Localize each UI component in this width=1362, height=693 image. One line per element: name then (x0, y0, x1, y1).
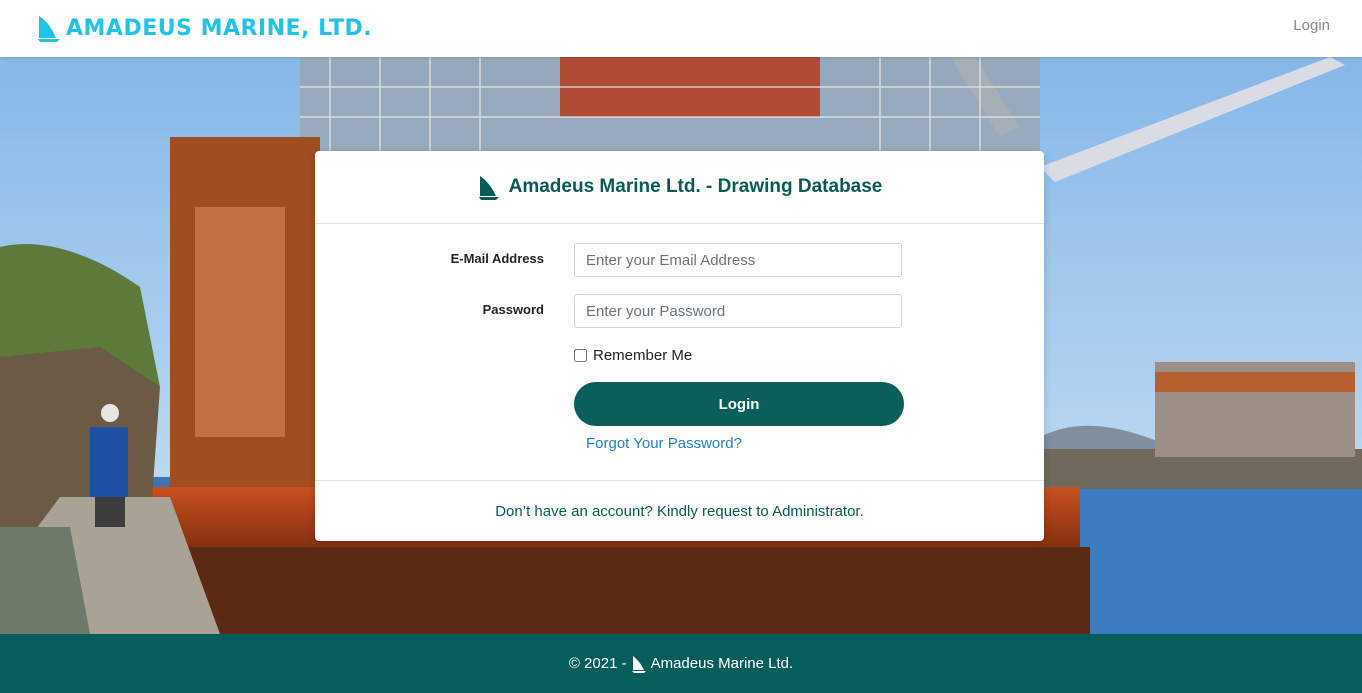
brand-name: AMADEUS MARINE, LTD. (66, 15, 373, 41)
card-title: Amadeus Marine Ltd. - Drawing Database (508, 176, 883, 197)
sail-fin-icon (631, 655, 646, 673)
email-label: E-Mail Address (450, 251, 544, 266)
brand-logo[interactable]: AMADEUS MARINE, LTD. (36, 14, 372, 42)
password-label: Password (482, 302, 544, 317)
top-navbar: AMADEUS MARINE, LTD. Login (0, 0, 1362, 57)
card-header: Amadeus Marine Ltd. - Drawing Database (315, 151, 1044, 224)
login-card: Amadeus Marine Ltd. - Drawing Database E… (315, 151, 1044, 541)
nav-login-link[interactable]: Login (1293, 17, 1330, 34)
sail-fin-icon (478, 176, 499, 200)
sail-fin-icon (38, 16, 60, 42)
login-button[interactable]: Login (574, 382, 904, 426)
remember-me-label: Remember Me (593, 347, 693, 364)
password-field[interactable] (574, 294, 902, 328)
card-footer: Don’t have an account? Kindly request to… (315, 480, 1044, 542)
page-footer: © 2021 - Amadeus Marine Ltd. (0, 634, 1362, 693)
remember-me[interactable]: Remember Me (574, 347, 692, 364)
email-field[interactable] (574, 243, 902, 277)
request-account-text[interactable]: Don’t have an account? Kindly request to… (495, 503, 864, 520)
copyright-text: © 2021 - (568, 655, 627, 672)
footer-company-name: Amadeus Marine Ltd. (650, 655, 794, 672)
forgot-password-link[interactable]: Forgot Your Password? (586, 435, 742, 452)
remember-me-checkbox[interactable] (574, 349, 587, 362)
